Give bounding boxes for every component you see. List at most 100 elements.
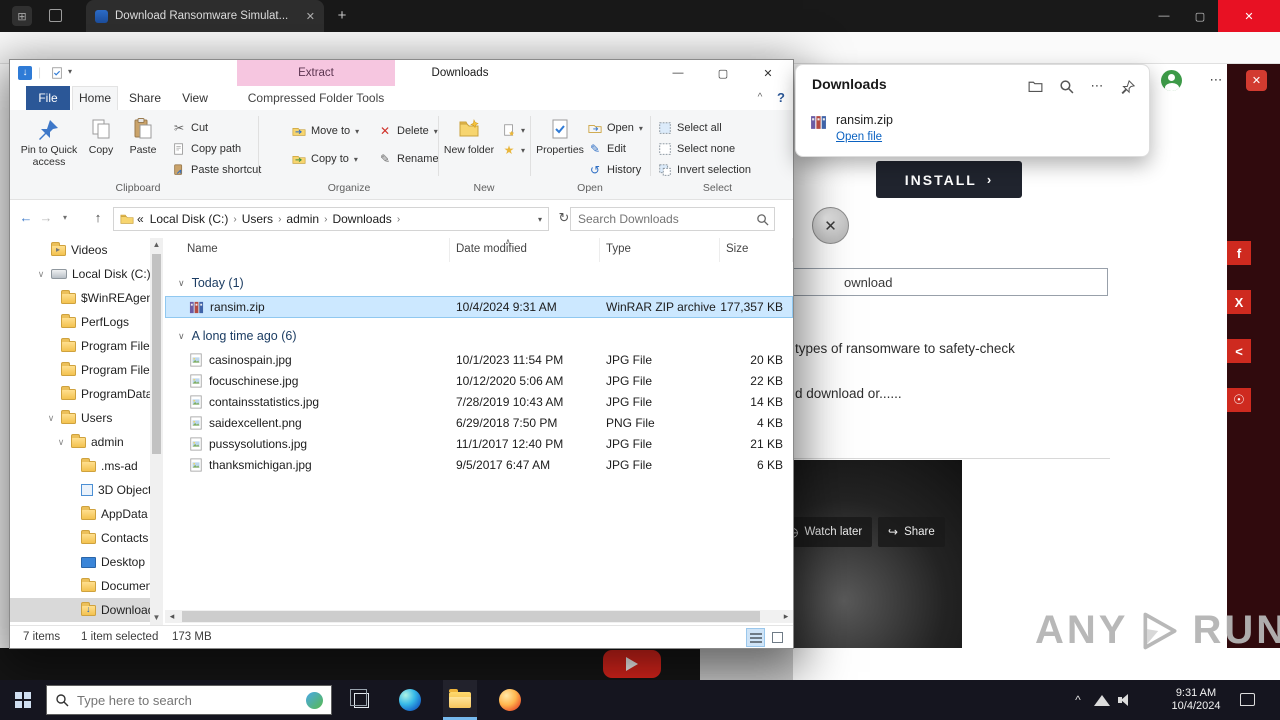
breadcrumb-separator[interactable]: › (276, 214, 283, 225)
taskbar-explorer-button[interactable] (443, 680, 477, 720)
history-button[interactable]: ↺ History (588, 160, 641, 180)
easy-access-button[interactable]: ★ ▾ (502, 140, 525, 160)
column-header-name[interactable]: Name (165, 238, 450, 262)
breadcrumb-separator[interactable]: › (231, 214, 238, 225)
new-item-button[interactable]: ▾ (502, 120, 525, 140)
taskbar-search[interactable] (46, 685, 332, 715)
sidebar-item-desktop[interactable]: Desktop (10, 550, 150, 574)
collapse-chevron-icon[interactable]: ∨ (178, 278, 185, 289)
properties-button[interactable]: Properties (534, 113, 586, 179)
sidebar-item-program-files[interactable]: Program Files (10, 334, 150, 358)
tab-home[interactable]: Home (72, 86, 118, 110)
pin-flyout-icon[interactable] (1117, 75, 1139, 97)
ad-close-button[interactable]: ✕ (812, 207, 849, 244)
browser-close-button[interactable]: ✕ (1218, 0, 1280, 32)
minimize-button[interactable]: — (663, 60, 693, 86)
youtube-play-button[interactable] (603, 650, 661, 678)
red-close-icon[interactable]: ✕ (1246, 70, 1267, 91)
qat-properties-icon[interactable] (50, 66, 64, 83)
copy-to-button[interactable]: Copy to ▾ (292, 149, 358, 169)
large-icons-view-button[interactable] (768, 628, 787, 647)
breadcrumb-item[interactable]: Users (239, 212, 276, 226)
details-view-button[interactable] (746, 628, 765, 647)
help-icon[interactable]: ? (772, 86, 790, 110)
forward-icon[interactable]: → (36, 208, 56, 228)
expand-arrow-icon[interactable]: ∨ (36, 269, 46, 280)
scroll-up-icon[interactable]: ▲ (150, 238, 163, 252)
up-icon[interactable]: ↑ (88, 208, 108, 228)
column-header-type[interactable]: Type (600, 238, 720, 262)
expand-arrow-icon[interactable]: ∨ (56, 437, 66, 448)
explorer-title-bar[interactable]: ↓ | ▾ Extract Downloads — ▢ ✕ (10, 60, 793, 86)
move-to-button[interactable]: Move to ▾ (292, 121, 359, 141)
table-row[interactable]: thanksmichigan.jpg 9/5/2017 6:47 AM JPG Fi… (165, 454, 793, 475)
paste-button[interactable]: Paste (123, 113, 163, 179)
sidebar-item-videos[interactable]: Videos (10, 238, 150, 262)
tab-file[interactable]: File (26, 86, 70, 110)
select-all-button[interactable]: Select all (658, 118, 722, 138)
scroll-right-icon[interactable]: ▸ (779, 610, 793, 623)
close-button[interactable]: ✕ (753, 60, 783, 86)
browser-menu-icon[interactable]: ⋯ (1204, 68, 1228, 92)
x-twitter-icon[interactable]: X (1227, 290, 1251, 314)
cut-button[interactable]: ✂ Cut (172, 118, 208, 138)
breadcrumb-overflow-icon[interactable]: « (137, 212, 144, 226)
tab-view[interactable]: View (172, 86, 218, 110)
action-center-icon[interactable] (1240, 693, 1255, 706)
open-button[interactable]: Open ▾ (588, 118, 643, 138)
volume-icon[interactable] (1118, 694, 1132, 706)
workspaces-icon[interactable] (49, 9, 62, 22)
invert-selection-button[interactable]: Invert selection (658, 160, 751, 180)
search-box[interactable] (570, 207, 775, 231)
table-row[interactable]: focuschinese.jpg 10/12/2020 5:06 AM JPG Fi… (165, 370, 793, 391)
sidebar-item-program-files[interactable]: Program Files (10, 358, 150, 382)
expand-arrow-icon[interactable]: ∨ (46, 413, 56, 424)
browser-minimize-button[interactable]: — (1146, 0, 1182, 32)
sidebar-item-winreagent[interactable]: $WinREAgent (10, 286, 150, 310)
sidebar-item-programdata[interactable]: ProgramData (10, 382, 150, 406)
task-view-button[interactable] (344, 680, 378, 720)
open-downloads-folder-icon[interactable] (1024, 75, 1046, 97)
breadcrumb-item[interactable]: Local Disk (C:) (147, 212, 232, 226)
table-row[interactable]: containsstatistics.jpg 7/28/2019 10:43 AM… (165, 391, 793, 412)
sidebar-item-perflogs[interactable]: PerfLogs (10, 310, 150, 334)
table-row[interactable]: casinospain.jpg 10/1/2023 11:54 PM JPG Fil… (165, 349, 793, 370)
facebook-icon[interactable]: f (1227, 241, 1251, 265)
qat-customize-icon[interactable]: ▾ (68, 67, 72, 76)
scrollbar-thumb[interactable] (152, 254, 161, 454)
table-row[interactable]: ransim.zip 10/4/2024 9:31 AM WinRAR ZIP ar… (165, 296, 793, 318)
network-icon[interactable] (1094, 695, 1110, 706)
recent-locations-icon[interactable]: ▾ (58, 208, 72, 228)
table-row[interactable]: pussysolutions.jpg 11/1/2017 12:40 PM JPG … (165, 433, 793, 454)
sidebar-item-documents[interactable]: Documents (10, 574, 150, 598)
sidebar-item-downloads[interactable]: Downloads (10, 598, 150, 622)
breadcrumb-item[interactable]: admin (283, 212, 322, 226)
sidebar-item-3d-objects[interactable]: 3D Objects (10, 478, 150, 502)
address-bar[interactable]: « Local Disk (C:) › Users › admin › Downloads ›… (113, 207, 549, 231)
scroll-left-icon[interactable]: ◂ (165, 610, 179, 623)
youtube-embed[interactable]: ◷ Watch later ↪ Share (778, 460, 962, 648)
pin-to-quick-access-button[interactable]: Pin to Quick access (18, 113, 80, 179)
edit-button[interactable]: ✎ Edit (588, 139, 626, 159)
group-header[interactable]: ∨ Today (1) (165, 272, 793, 294)
sidebar-item-admin[interactable]: ∨ admin (10, 430, 150, 454)
taskbar-clock[interactable]: 9:31 AM 10/4/2024 (1158, 687, 1234, 713)
tab-share[interactable]: Share (120, 86, 170, 110)
select-none-button[interactable]: Select none (658, 139, 735, 159)
taskbar-firefox-button[interactable] (493, 680, 527, 720)
search-input[interactable] (578, 210, 748, 228)
table-row[interactable]: saidexcellent.png 6/29/2018 7:50 PM PNG Fi… (165, 412, 793, 433)
delete-button[interactable]: ✕ Delete ▾ (378, 121, 438, 141)
tab-compressed-folder-tools[interactable]: Compressed Folder Tools (237, 86, 395, 110)
more-options-icon[interactable]: ⋯ (1086, 75, 1108, 97)
nav-scrollbar[interactable]: ▲ ▼ (150, 238, 163, 625)
browser-maximize-button[interactable]: ▢ (1182, 0, 1218, 32)
address-dropdown-icon[interactable]: ▾ (538, 215, 542, 224)
share-icon[interactable]: < (1227, 339, 1251, 363)
taskbar-edge-button[interactable] (393, 680, 427, 720)
downloaded-file-name[interactable]: ransim.zip (836, 113, 893, 127)
copy-path-button[interactable]: Copy path (172, 139, 241, 159)
group-header[interactable]: ∨ A long time ago (6) (165, 325, 793, 347)
start-button[interactable] (0, 680, 46, 720)
column-header-date-modified[interactable]: Date modified (450, 238, 600, 262)
